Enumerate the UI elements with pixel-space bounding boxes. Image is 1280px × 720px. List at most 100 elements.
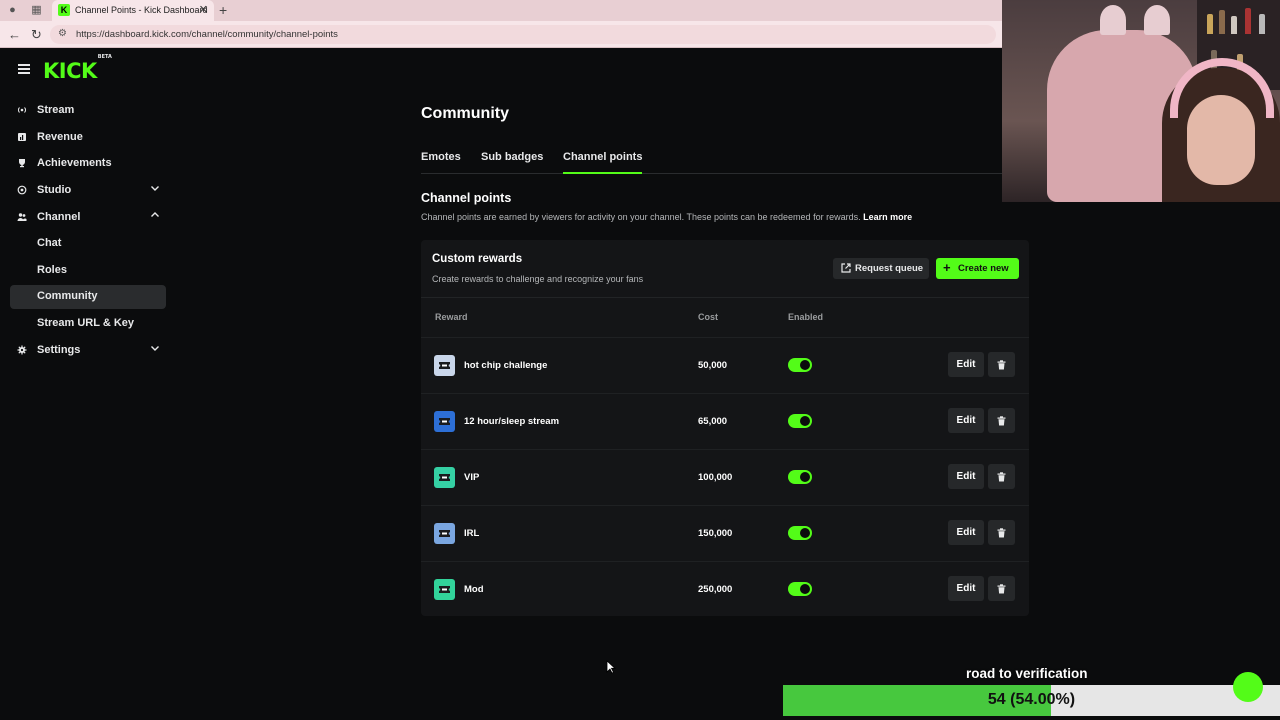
request-queue-button[interactable]: Request queue <box>833 258 929 279</box>
enabled-toggle[interactable] <box>788 414 812 428</box>
table-row: 12 hour/sleep stream 65,000 Edit <box>421 393 1029 449</box>
trash-icon <box>997 472 1006 482</box>
edit-button[interactable]: Edit <box>948 464 984 489</box>
webcam-overlay <box>1002 0 1280 202</box>
sidebar-item-achievements[interactable]: Achievements <box>10 152 166 176</box>
reward-name: 12 hour/sleep stream <box>464 416 560 427</box>
ticket-icon <box>439 586 450 593</box>
sidebar-item-label: Channel <box>37 211 81 223</box>
kick-logo[interactable]: KICKBETA <box>43 54 112 83</box>
delete-button[interactable] <box>988 408 1015 433</box>
sidebar-item-label: Settings <box>37 344 81 356</box>
profile-icon[interactable]: ● <box>6 4 19 17</box>
create-new-button[interactable]: + Create new <box>936 258 1019 279</box>
sidebar-item-label: Achievements <box>37 157 112 169</box>
screen: ● ▦ K Channel Points - Kick Dashboard ✕ … <box>0 0 1280 720</box>
address-bar[interactable]: ⚙ https://dashboard.kick.com/channel/com… <box>50 25 996 44</box>
sidebar-item-stream-url-key[interactable]: Stream URL & Key <box>10 312 166 336</box>
sidebar-item-chat[interactable]: Chat <box>10 232 166 256</box>
sidebar-item-community[interactable]: Community <box>10 285 166 309</box>
sidebar-item-studio[interactable]: Studio <box>10 179 166 203</box>
column-header-reward: Reward <box>435 312 468 322</box>
edit-button[interactable]: Edit <box>948 352 984 377</box>
table-row: IRL 150,000 Edit <box>421 505 1029 561</box>
toggle-knob <box>800 584 810 594</box>
mouse-cursor-icon <box>606 660 616 674</box>
ticket-icon <box>439 418 450 425</box>
sidebar-item-settings[interactable]: Settings <box>10 339 166 363</box>
goal-progress-text: 54 (54.00%) <box>987 691 1076 708</box>
enabled-toggle[interactable] <box>788 526 812 540</box>
reward-name: Mod <box>464 584 484 595</box>
divider <box>421 297 1029 298</box>
reward-cost: 65,000 <box>698 416 728 427</box>
sidebar-item-label: Stream URL & Key <box>37 317 134 329</box>
sidebar-item-label: Stream <box>37 104 75 116</box>
edit-button[interactable]: Edit <box>948 408 984 433</box>
webcam-chair-ear <box>1100 5 1126 35</box>
toggle-knob <box>800 360 810 370</box>
menu-icon[interactable] <box>18 64 30 74</box>
tab-sub-badges[interactable]: Sub badges <box>481 151 543 163</box>
reward-cost: 100,000 <box>698 472 733 483</box>
browser-toolbar: ← ↻ ⚙ https://dashboard.kick.com/channel… <box>0 21 1002 48</box>
studio-icon <box>17 185 27 195</box>
reward-icon <box>434 467 455 488</box>
sidebar-item-label: Community <box>37 290 98 302</box>
reward-icon <box>434 579 455 600</box>
sidebar-item-label: Revenue <box>37 131 83 143</box>
page-title: Community <box>421 105 509 122</box>
delete-button[interactable] <box>988 520 1015 545</box>
tab-title: Channel Points - Kick Dashboard <box>75 5 208 15</box>
sidebar-item-revenue[interactable]: Revenue <box>10 126 166 150</box>
kick-favicon-icon: K <box>58 4 70 16</box>
back-icon[interactable]: ← <box>8 27 21 42</box>
reward-cost: 50,000 <box>698 360 728 371</box>
trash-icon <box>997 416 1006 426</box>
url-text: https://dashboard.kick.com/channel/commu… <box>76 29 338 40</box>
channel-icon <box>17 213 27 221</box>
enabled-toggle[interactable] <box>788 582 812 596</box>
trash-icon <box>997 528 1006 538</box>
delete-button[interactable] <box>988 352 1015 377</box>
reward-name: VIP <box>464 472 480 483</box>
card-subtitle: Create rewards to challenge and recogniz… <box>432 274 644 284</box>
card-title: Custom rewards <box>432 253 523 265</box>
trophy-icon <box>19 159 25 168</box>
create-new-label: Create new <box>958 263 1009 274</box>
sidebar-item-stream[interactable]: Stream <box>10 99 166 123</box>
beta-badge: BETA <box>97 54 112 60</box>
chevron-down-icon <box>151 186 159 191</box>
goal-label: road to verification <box>966 666 1088 681</box>
delete-button[interactable] <box>988 576 1015 601</box>
chat-bubble-icon[interactable] <box>1233 672 1263 702</box>
edit-button[interactable]: Edit <box>948 520 984 545</box>
enabled-toggle[interactable] <box>788 470 812 484</box>
request-queue-label: Request queue <box>855 263 924 274</box>
community-tabs: Emotes Sub badges Channel points <box>421 150 1002 174</box>
sidebar-item-channel[interactable]: Channel <box>10 206 166 230</box>
sidebar-item-label: Studio <box>37 184 72 196</box>
edit-button[interactable]: Edit <box>948 576 984 601</box>
reload-icon[interactable]: ↻ <box>31 27 42 43</box>
learn-more-link[interactable]: Learn more <box>863 212 912 222</box>
tab-channel-points[interactable]: Channel points <box>563 151 643 174</box>
reward-name: hot chip challenge <box>464 360 548 371</box>
delete-button[interactable] <box>988 464 1015 489</box>
close-tab-icon[interactable]: ✕ <box>199 3 208 16</box>
enabled-toggle[interactable] <box>788 358 812 372</box>
sidebar-item-label: Roles <box>37 264 67 276</box>
browser-tab[interactable]: K Channel Points - Kick Dashboard ✕ <box>52 0 214 21</box>
trash-icon <box>997 584 1006 594</box>
webcam-chair-ear <box>1144 5 1170 35</box>
reward-name: IRL <box>464 528 480 539</box>
column-header-enabled: Enabled <box>788 312 824 322</box>
tab-emotes[interactable]: Emotes <box>421 151 461 163</box>
sidebar-item-roles[interactable]: Roles <box>10 259 166 283</box>
tab-actions-icon[interactable]: ▦ <box>30 4 43 17</box>
new-tab-icon[interactable]: + <box>219 2 227 18</box>
custom-rewards-card: Custom rewards Create rewards to challen… <box>421 240 1029 616</box>
reward-icon <box>434 523 455 544</box>
sidebar-item-label: Chat <box>37 237 62 249</box>
site-info-icon[interactable]: ⚙ <box>58 28 67 39</box>
